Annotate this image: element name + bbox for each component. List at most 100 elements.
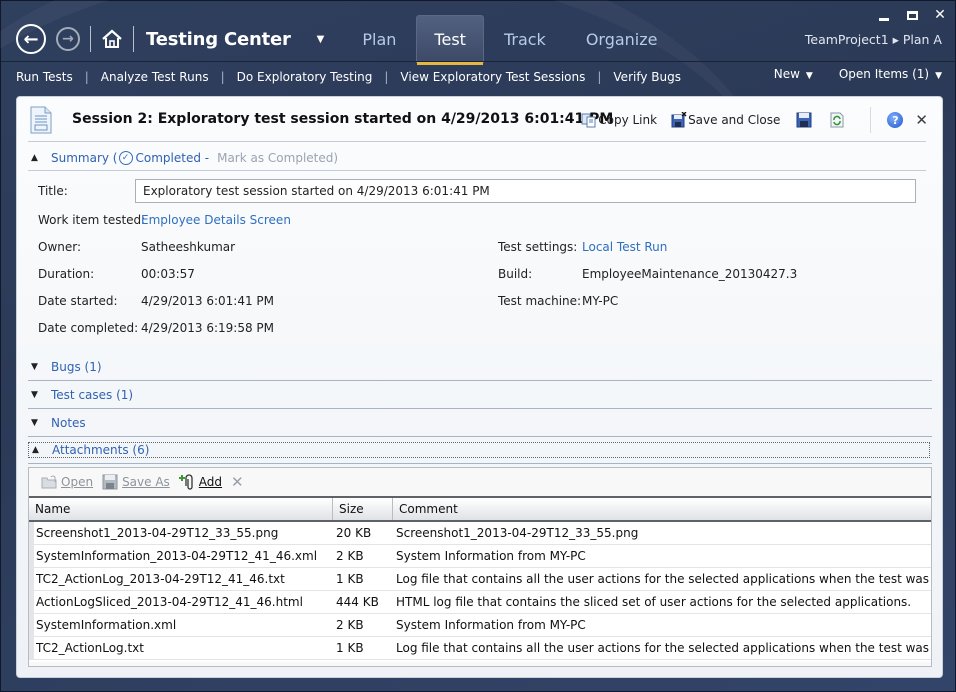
attachment-comment: Log file that contains all the user acti… — [396, 641, 931, 655]
subnav-right: New ▼ Open Items (1) ▼ — [774, 67, 942, 81]
date-completed-value: 4/29/2013 6:19:58 PM — [141, 321, 275, 335]
table-row[interactable]: TC2_ActionLog.txt 1 KB Log file that con… — [29, 637, 931, 660]
close-icon: ✕ — [915, 111, 928, 129]
paperclip-add-icon — [178, 474, 193, 490]
subnav-view-exploratory-test-sessions[interactable]: View Exploratory Test Sessions — [400, 70, 585, 84]
owner-label: Owner: — [38, 240, 82, 254]
save-and-close-button[interactable]: Save and Close — [671, 112, 780, 128]
table-row[interactable]: SystemInformation.xml 2 KB System Inform… — [29, 614, 931, 637]
open-folder-icon — [41, 475, 57, 489]
header-divider — [1, 61, 955, 62]
save-as-icon — [102, 474, 118, 490]
notes-section-header[interactable]: ▼ Notes — [28, 409, 932, 436]
chevron-up-icon: ▲ — [32, 445, 39, 455]
attachment-size: 1 KB — [336, 641, 364, 655]
date-started-value: 4/29/2013 6:01:41 PM — [141, 294, 275, 308]
duration-value: 00:03:57 — [141, 267, 195, 281]
refresh-icon — [830, 112, 844, 128]
test-cases-section: ▼ Test cases (1) — [28, 380, 932, 408]
bugs-section: ▼ Bugs (1) — [28, 353, 932, 380]
delete-attachment-button[interactable]: ✕ — [231, 473, 244, 491]
separator: | — [84, 70, 89, 84]
project-breadcrumb[interactable]: TeamProject1 ▸ Plan A — [805, 32, 942, 47]
chevron-down-icon: ▼ — [805, 71, 813, 81]
title-label: Title: — [38, 184, 68, 198]
attachments-section-header[interactable]: ▲ Attachments (6) — [28, 442, 930, 458]
attachment-size: 1 KB — [336, 572, 364, 586]
app-title: Testing Center — [146, 28, 291, 50]
open-attachment-button[interactable]: Open — [41, 474, 93, 490]
forward-button[interactable]: → — [56, 27, 80, 51]
divider — [28, 141, 926, 142]
home-button[interactable] — [101, 28, 123, 50]
column-header-comment[interactable]: Comment — [393, 498, 931, 520]
save-as-button[interactable]: Save As — [102, 474, 170, 490]
add-label: Add — [198, 475, 223, 489]
notes-label: Notes — [51, 415, 86, 430]
table-row[interactable]: SystemInformation_2013-04-29T12_41_46.xm… — [29, 545, 931, 568]
attachments-label: Attachments (6) — [52, 443, 150, 457]
refresh-button[interactable] — [829, 112, 846, 128]
back-button[interactable]: ← — [16, 24, 46, 54]
column-header-name[interactable]: Name — [29, 498, 333, 520]
column-name-label: Name — [35, 502, 71, 516]
help-icon: ? — [887, 112, 904, 128]
delete-icon: ✕ — [231, 473, 244, 491]
test-settings-link[interactable]: Local Test Run — [582, 240, 667, 254]
add-attachment-button[interactable]: Add — [178, 474, 223, 490]
tab-organize[interactable]: Organize — [566, 15, 678, 63]
table-row[interactable]: TC2_ActionLog_2013-04-29T12_41_46.txt 1 … — [29, 568, 931, 591]
tab-test[interactable]: Test — [416, 15, 484, 65]
notes-section: ▼ Notes — [28, 408, 932, 436]
table-row[interactable]: Screenshot1_2013-04-29T12_33_55.png 20 K… — [29, 522, 931, 545]
summary-section-header[interactable]: ▲ Summary ( ✓ Completed - Mark as Comple… — [17, 146, 942, 170]
attachments-section: ▲ Attachments (6) — [28, 436, 932, 464]
sub-navigation: Run Tests | Analyze Test Runs | Do Explo… — [1, 67, 955, 87]
subnav-do-exploratory-testing[interactable]: Do Exploratory Testing — [237, 70, 373, 84]
work-item-label: Work item tested: — [38, 213, 146, 227]
work-item-link[interactable]: Employee Details Screen — [141, 213, 291, 227]
chevron-up-icon: ▲ — [31, 153, 38, 163]
column-comment-label: Comment — [399, 502, 458, 516]
open-items-label: Open Items (1) — [838, 67, 930, 81]
help-button[interactable]: ? — [887, 112, 904, 128]
session-panel: Session 2: Exploratory test session star… — [16, 96, 943, 678]
tab-plan[interactable]: Plan — [342, 15, 416, 63]
column-size-label: Size — [339, 502, 364, 516]
chevron-down-icon: ▼ — [31, 417, 38, 428]
save-button[interactable] — [796, 112, 813, 128]
divider — [133, 26, 134, 52]
close-session-button[interactable]: ✕ — [915, 111, 928, 129]
attachment-comment: System Information from MY-PC — [396, 618, 586, 632]
grid-body: Screenshot1_2013-04-29T12_33_55.png 20 K… — [29, 522, 931, 662]
column-header-size[interactable]: Size — [333, 498, 393, 520]
attachments-grid: Open Save As Add ✕ Name Size Comment Scr… — [28, 467, 932, 667]
tab-track[interactable]: Track — [484, 15, 566, 63]
summary-fields: Title: Work item tested: Employee Detail… — [17, 171, 942, 353]
owner-value: Satheeshkumar — [141, 240, 236, 254]
date-completed-label: Date completed: — [38, 321, 139, 335]
attachment-size: 2 KB — [336, 549, 364, 563]
title-input[interactable] — [135, 179, 916, 203]
attachments-toolbar: Open Save As Add ✕ — [29, 468, 931, 496]
check-circle-icon: ✓ — [118, 151, 133, 165]
subnav-verify-bugs[interactable]: Verify Bugs — [613, 70, 681, 84]
attachment-name: Screenshot1_2013-04-29T12_33_55.png — [36, 526, 279, 540]
open-items-dropdown[interactable]: Open Items (1) ▼ — [839, 67, 942, 81]
save-icon — [796, 112, 812, 128]
home-icon — [102, 29, 122, 48]
app-switcher-dropdown[interactable]: ▼ — [317, 34, 325, 45]
copy-link-button[interactable]: Copy Link — [581, 112, 657, 128]
mark-as-completed-link[interactable]: Mark as Completed) — [217, 151, 338, 165]
attachment-size: 2 KB — [336, 618, 364, 632]
new-dropdown[interactable]: New ▼ — [774, 67, 813, 81]
test-cases-section-header[interactable]: ▼ Test cases (1) — [28, 381, 932, 408]
subnav-analyze-test-runs[interactable]: Analyze Test Runs — [101, 70, 209, 84]
table-row[interactable]: ActionLogSliced_2013-04-29T12_41_46.html… — [29, 591, 931, 614]
session-title: Session 2: Exploratory test session star… — [72, 111, 614, 127]
back-arrow-icon: ← — [23, 28, 39, 50]
subnav-run-tests[interactable]: Run Tests — [16, 70, 73, 84]
separator: | — [597, 70, 602, 84]
bugs-section-header[interactable]: ▼ Bugs (1) — [28, 353, 932, 380]
attachment-size: 444 KB — [336, 595, 379, 609]
